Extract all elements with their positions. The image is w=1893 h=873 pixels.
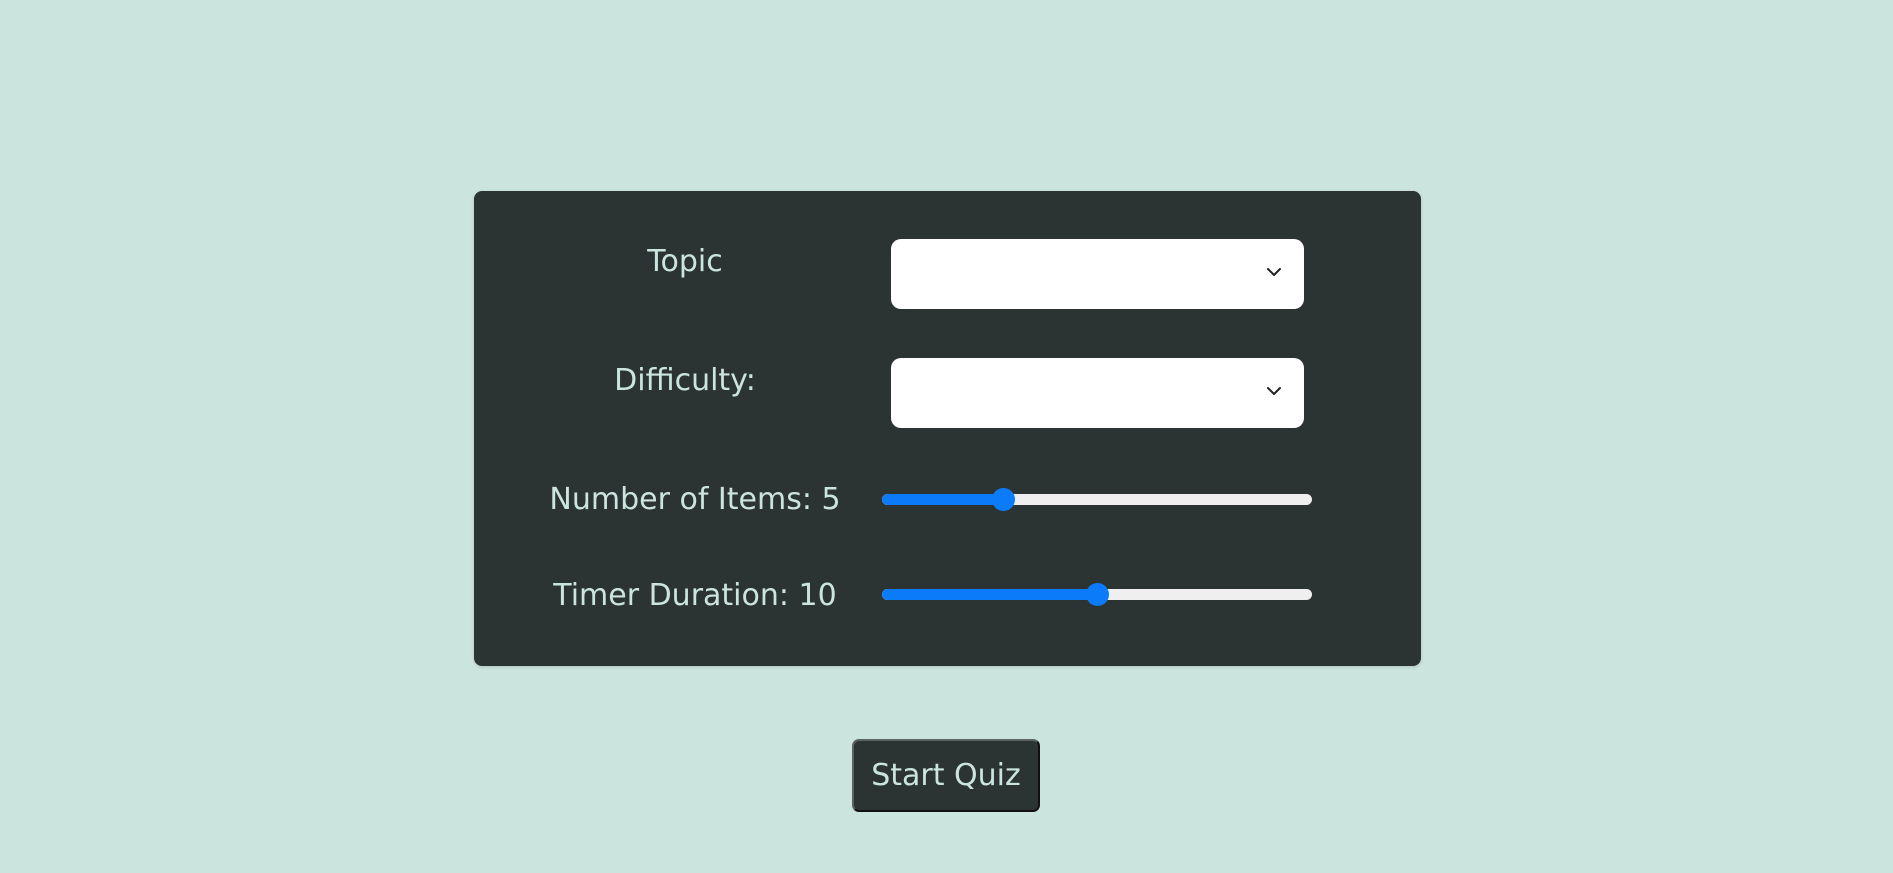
start-quiz-button[interactable]: Start Quiz [852,739,1040,812]
topic-select[interactable] [891,239,1304,309]
timer-duration-slider[interactable] [882,580,1312,610]
difficulty-label: Difficulty: [614,363,756,398]
chevron-down-icon [1267,387,1281,395]
items-count-label: Number of Items: 5 [549,482,841,517]
difficulty-select[interactable] [891,358,1304,428]
topic-label: Topic [647,244,723,279]
chevron-down-icon [1267,268,1281,276]
slider-thumb[interactable] [991,488,1015,511]
slider-fill [882,589,1097,600]
slider-fill [882,494,1004,505]
slider-track [882,494,1312,505]
timer-duration-label: Timer Duration: 10 [553,578,837,613]
slider-thumb[interactable] [1085,583,1109,606]
items-count-slider[interactable] [882,485,1312,515]
